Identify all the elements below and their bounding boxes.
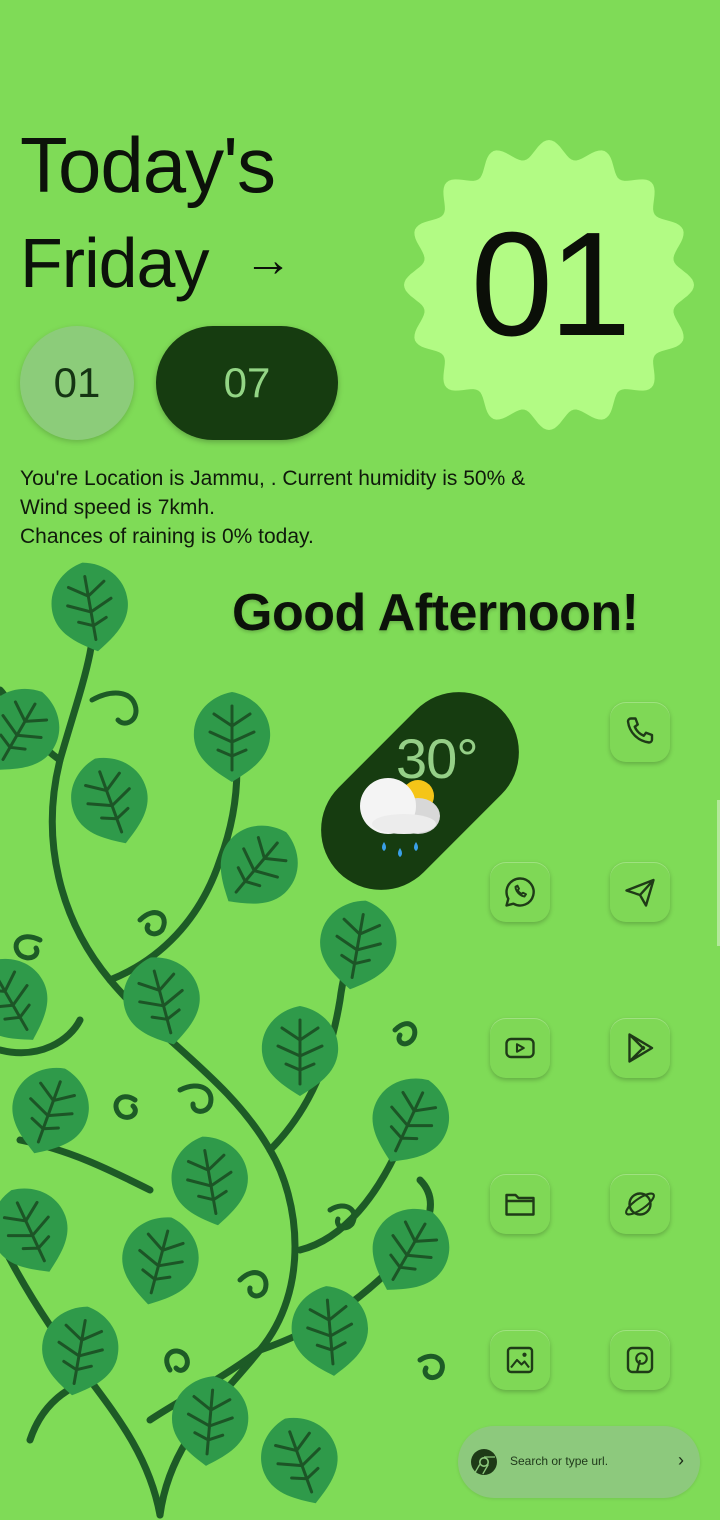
search-placeholder: Search or type url. — [510, 1454, 609, 1468]
partly-cloudy-rain-icon — [360, 778, 440, 857]
app-play-store[interactable] — [610, 1018, 670, 1078]
youtube-icon — [505, 1037, 535, 1059]
weather-info-text: You're Location is Jammu, . Current humi… — [20, 464, 580, 551]
app-gallery[interactable] — [490, 1330, 550, 1390]
planet-icon — [625, 1192, 655, 1216]
date-pill-day: 01 — [20, 326, 134, 440]
greeting: Good Afternoon! — [232, 584, 639, 642]
day-badge: 01 — [400, 136, 698, 434]
chevron-right-icon: › — [678, 1450, 684, 1470]
phone-icon — [626, 717, 654, 744]
app-files[interactable] — [490, 1174, 550, 1234]
info-line-location: You're Location is Jammu, . Current humi… — [20, 467, 526, 490]
info-line-wind: Wind speed is 7kmh. — [20, 496, 215, 519]
chrome-icon — [471, 1449, 497, 1475]
app-phone[interactable] — [610, 702, 670, 762]
app-youtube[interactable] — [490, 1018, 550, 1078]
pinterest-icon — [626, 1346, 654, 1374]
info-line-rain: Chances of raining is 0% today. — [20, 525, 314, 548]
play-store-icon — [628, 1033, 654, 1063]
browser-search-bar[interactable]: Search or type url. › — [458, 1426, 700, 1498]
app-whatsapp[interactable] — [490, 862, 550, 922]
app-browser[interactable] — [610, 1174, 670, 1234]
whatsapp-icon — [505, 877, 535, 907]
date-heading-weekday: Friday — [20, 224, 209, 302]
folder-icon — [505, 1193, 535, 1216]
app-pinterest[interactable] — [610, 1330, 670, 1390]
day-badge-number: 01 — [470, 202, 632, 367]
send-icon — [625, 878, 655, 907]
date-pill-month: 07 — [156, 326, 338, 440]
image-icon — [506, 1346, 534, 1374]
app-telegram[interactable] — [610, 862, 670, 922]
date-heading-line1: Today's — [20, 121, 276, 209]
arrow-right-icon: → — [244, 234, 292, 287]
